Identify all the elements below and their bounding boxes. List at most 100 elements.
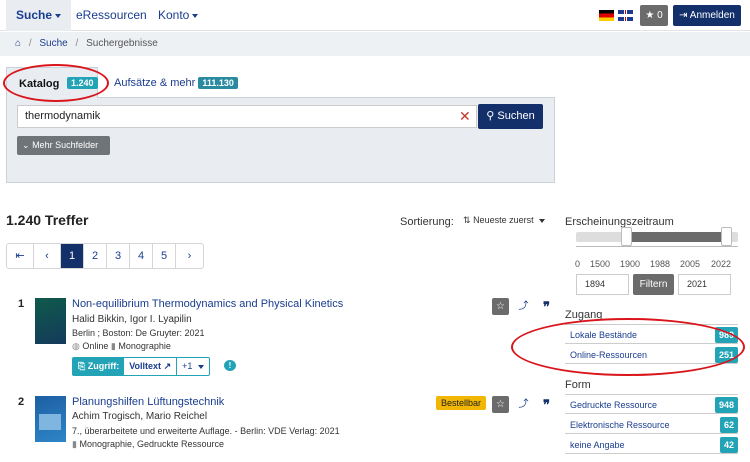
bookmark-star-button[interactable]: ☆ [492,396,509,413]
access-button-group: ⎘ Zugriff: Volltext ↗ +1 [72,357,210,376]
cite-icon[interactable]: ❞ [538,396,555,413]
year-slider-ticks [576,246,738,252]
globe-icon: ◍ [72,341,80,351]
nav-search[interactable]: Suche [6,0,72,31]
facet-item-printed[interactable]: Gedruckte Ressource 948 [565,396,738,414]
result-format: ◍ Online ▮ Monographie [72,341,171,352]
more-access-label: +1 [182,361,193,371]
year-to-input[interactable]: 2021 [678,274,731,295]
next-page-icon[interactable]: › [176,244,203,268]
login-button[interactable]: ⇥ Anmelden [673,5,741,26]
link-icon: ⎘ [78,361,86,371]
facet-item-count: 989 [714,327,738,343]
tick-label: 1900 [620,259,641,269]
english-flag-icon[interactable] [618,10,633,21]
prev-page-icon[interactable]: ‹ [34,244,61,268]
login-label: Anmelden [689,10,735,21]
tab-catalog-count: 1.240 [67,77,98,89]
external-link-icon: ↗ [163,361,172,371]
page-link[interactable]: 4 [130,244,153,268]
tick-label: 2005 [680,259,701,269]
facet-item-online[interactable]: Online-Ressourcen 251 [565,346,738,364]
divider [565,394,738,395]
book-cover[interactable] [35,298,66,344]
year-slider-range [626,232,728,242]
fulltext-button[interactable]: Volltext ↗ [124,358,178,375]
clear-icon[interactable]: ✕ [459,107,471,125]
page-link[interactable]: 1 [61,244,84,268]
tab-articles-count: 111.130 [198,77,238,89]
login-icon: ⇥ [679,10,688,21]
fulltext-label: Volltext [129,361,162,371]
nav-search-label: Suche [16,8,53,22]
german-flag-icon[interactable] [599,10,614,21]
facet-item-count: 42 [719,437,738,453]
facet-item-label: Lokale Bestände [570,330,638,340]
divider [565,324,738,325]
more-access-dropdown[interactable]: +1 [177,358,209,375]
chevron-down-icon [192,13,199,18]
tab-articles-label: Aufsätze & mehr [114,77,196,89]
year-slider-handle-end[interactable] [721,227,732,246]
sort-value: Neueste zuerst [473,215,534,225]
filter-button[interactable]: Filtern [633,274,674,295]
breadcrumb-results: Suchergebnisse [86,38,158,49]
result-title[interactable]: Planungshilfen Lüftungstechnik [72,396,224,408]
access-label: ⎘ Zugriff: [73,358,125,375]
status-badge: Bestellbar [436,396,486,410]
result-format-online: Online [82,341,109,351]
result-authors: Achim Trogisch, Mario Reichel [72,411,208,422]
tab-articles[interactable]: Aufsätze & mehr 111.130 [114,77,238,89]
facet-item-count: 948 [714,397,738,413]
chevron-down-icon: ⌄ [22,140,30,150]
result-count: 1.240 Treffer [6,212,89,228]
result-format: ▮ Monographie, Gedruckte Ressource [72,439,224,450]
facet-item-electronic[interactable]: Elektronische Ressource 62 [565,416,738,434]
page-link[interactable]: 5 [153,244,176,268]
breadcrumb: ⌂ / Suche / Suchergebnisse [0,32,750,56]
access-label-text: Zugriff: [87,361,120,371]
info-icon[interactable]: ! [224,360,236,371]
more-fields-button[interactable]: ⌄ Mehr Suchfelder [17,136,110,155]
top-navigation: Suche eRessourcen Konto ★ 0 ⇥ Anmelden [0,0,750,31]
breadcrumb-separator: / [28,38,32,49]
breadcrumb-separator: / [75,38,79,49]
tab-catalog-label: Katalog [19,78,60,90]
nav-account[interactable]: Konto [158,0,199,31]
search-icon: ⚲ [486,110,495,122]
bookmark-star-button[interactable]: ☆ [492,298,509,315]
result-number: 2 [18,396,25,408]
favorites-count: 0 [657,10,663,21]
cite-icon[interactable]: ❞ [538,298,555,315]
result-title[interactable]: Non-equilibrium Thermodynamics and Physi… [72,298,343,310]
page-link[interactable]: 3 [107,244,130,268]
result-type: Monographie, Gedruckte Ressource [79,439,225,449]
share-icon[interactable]: ⤴ [515,396,532,413]
facet-item-label: Online-Ressourcen [570,350,648,360]
year-slider-handle-start[interactable] [621,227,632,246]
nav-eresources[interactable]: eRessourcen [76,0,147,31]
home-icon[interactable]: ⌂ [15,38,21,49]
book-icon: ▮ [110,341,116,351]
sort-label: Sortierung: [400,216,454,228]
search-button[interactable]: ⚲ Suchen [478,104,543,129]
book-cover[interactable] [35,396,66,442]
search-input[interactable]: thermodynamik [17,105,477,128]
breadcrumb-search[interactable]: Suche [39,38,67,49]
facet-item-unspecified[interactable]: keine Angabe 42 [565,436,738,454]
page-link[interactable]: 2 [84,244,107,268]
chevron-down-icon [539,218,546,223]
sort-icon: ⇅ [463,215,471,225]
sort-select[interactable]: ⇅ Neueste zuerst [463,215,546,226]
facet-item-local[interactable]: Lokale Bestände 989 [565,326,738,344]
facet-item-label: Elektronische Ressource [570,420,670,430]
share-icon[interactable]: ⤴ [515,298,532,315]
result-edition: 7., überarbeitete und erweiterte Auflage… [72,426,340,436]
first-page-icon[interactable]: ⇤ [7,244,34,268]
tab-catalog[interactable]: Katalog 1.240 [6,67,98,98]
favorites-button[interactable]: ★ 0 [640,5,668,26]
result-publisher: Berlin ; Boston: De Gruyter: 2021 [72,328,205,338]
year-from-input[interactable]: 1894 [576,274,629,295]
tick-label: 0 [575,259,581,269]
book-icon: ▮ [72,439,77,449]
